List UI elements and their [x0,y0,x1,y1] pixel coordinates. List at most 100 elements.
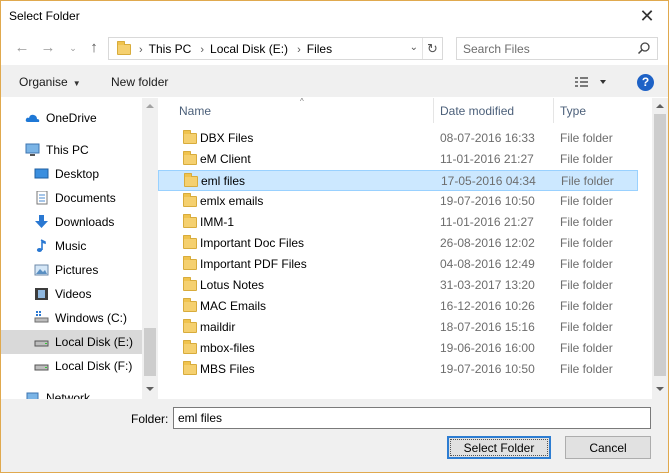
organise-button[interactable]: Organise ▼ [19,75,81,89]
file-name: eM Client [200,152,251,166]
scrollbar-thumb[interactable] [654,114,666,376]
nav-item-label: Pictures [55,263,99,277]
nav-item-label: Downloads [55,215,115,229]
recent-locations-chevron-icon[interactable]: ⌄ [64,37,82,59]
nav-item-desktop[interactable]: Desktop [1,162,143,186]
file-name: MBS Files [200,362,255,376]
scroll-down-arrow-icon[interactable] [656,387,664,391]
nav-item-documents[interactable]: Documents [1,186,143,210]
column-header-label: Date modified [440,104,515,118]
file-type: File folder [560,257,613,271]
file-date-modified: 26-08-2016 12:02 [440,236,535,250]
nav-pane-scrollbar[interactable] [142,98,158,399]
forward-arrow-icon[interactable]: → [39,37,57,59]
folder-icon [183,214,197,228]
file-row[interactable]: eml files 17-05-2016 04:34 File folder [158,170,638,191]
search-box[interactable] [456,37,658,60]
column-header-label: Name [179,104,212,118]
nav-item-onedrive[interactable]: OneDrive [1,106,143,130]
address-bar[interactable]: › This PC › Local Disk (E:) › Files ⌄ ↻ [108,37,443,60]
file-row[interactable]: mbox-files 19-06-2016 16:00 File folder [158,338,638,359]
file-name: DBX Files [200,131,254,145]
file-row[interactable]: MBS Files 19-07-2016 10:50 File folder [158,359,638,380]
nav-item-this-pc[interactable]: This PC [1,138,143,162]
search-icon[interactable] [637,41,651,55]
file-row[interactable]: Lotus Notes 31-03-2017 13:20 File folder [158,275,638,296]
pictures-icon [34,264,49,276]
select-folder-button[interactable]: Select Folder [447,436,551,459]
column-header-date-modified[interactable]: Date modified [434,98,554,123]
file-date-modified: 11-01-2016 21:27 [440,215,534,229]
folder-icon [183,319,197,333]
nav-item-label: Videos [55,287,92,301]
file-row[interactable]: Important PDF Files 04-08-2016 12:49 File … [158,254,638,275]
nav-item-network[interactable]: Network [1,386,143,399]
column-header-type[interactable]: Type [554,98,652,123]
drive-icon [34,340,49,347]
file-row[interactable]: DBX Files 08-07-2016 16:33 File folder [158,128,638,149]
network-icon [26,392,39,399]
nav-item-videos[interactable]: Videos [1,282,143,306]
up-arrow-icon[interactable]: ↑ [85,37,103,59]
file-row[interactable]: maildir 18-07-2016 15:16 File folder [158,317,638,338]
command-toolbar: Organise ▼ New folder ? [1,65,668,97]
file-row[interactable]: IMM-1 11-01-2016 21:27 File folder [158,212,638,233]
file-date-modified: 18-07-2016 15:16 [440,320,535,334]
breadcrumb-separator-icon: › [200,44,205,56]
nav-item-label: Music [55,239,87,253]
dialog-footer: Folder: Select Folder Cancel [1,399,668,472]
breadcrumb-files[interactable]: Files [307,42,332,56]
breadcrumb-this-pc[interactable]: This PC [149,42,192,56]
sort-ascending-icon: ^ [300,98,304,106]
file-date-modified: 17-05-2016 04:34 [441,174,536,188]
address-dropdown-chevron-icon[interactable]: ⌄ [410,42,418,53]
scroll-down-arrow-icon[interactable] [146,387,154,391]
file-type: File folder [560,341,613,355]
file-row[interactable]: emlx emails 19-07-2016 10:50 File folder [158,191,638,212]
file-type: File folder [560,362,613,376]
videos-icon [35,288,48,300]
file-name: MAC Emails [200,299,267,313]
scroll-up-arrow-icon[interactable] [146,104,154,108]
folder-name-input[interactable] [173,407,651,429]
file-name: Important Doc Files [200,236,305,250]
new-folder-button[interactable]: New folder [111,75,168,89]
file-name: mbox-files [200,341,255,355]
file-type: File folder [560,299,613,313]
file-row[interactable]: eM Client 11-01-2016 21:27 File folder [158,149,638,170]
file-name: eml files [201,174,246,188]
nav-item-windows-c[interactable]: Windows (C:) [1,306,143,330]
file-list: ^ Name Date modified Type DBX Files 08-07… [158,98,668,399]
refresh-icon[interactable]: ↻ [422,38,442,59]
nav-item-label: OneDrive [46,111,97,125]
file-row[interactable]: Important Doc Files 26-08-2016 12:02 File … [158,233,638,254]
file-list-scrollbar[interactable] [652,98,668,399]
column-header-label: Type [560,104,587,118]
file-type: File folder [560,236,613,250]
nav-item-local-disk-e[interactable]: Local Disk (E:) [1,330,143,354]
nav-item-local-disk-f[interactable]: Local Disk (F:) [1,354,143,378]
nav-item-downloads[interactable]: Downloads [1,210,143,234]
folder-icon [184,173,198,187]
column-header-name[interactable]: ^ Name [158,98,434,123]
back-arrow-icon[interactable]: ← [13,37,31,59]
breadcrumb-separator-icon: › [139,44,143,56]
nav-item-music[interactable]: Music [1,234,143,258]
folder-icon [183,361,197,375]
folder-icon [183,193,197,207]
breadcrumb-separator-icon: › [297,44,301,56]
nav-item-label: This PC [46,143,89,157]
scroll-up-arrow-icon[interactable] [656,104,664,108]
file-row[interactable]: MAC Emails 16-12-2016 10:26 File folder [158,296,638,317]
nav-item-pictures[interactable]: Pictures [1,258,143,282]
documents-icon [36,191,48,205]
breadcrumb-local-disk-e[interactable]: Local Disk (E:) [210,42,288,56]
window-title: Select Folder [9,9,80,23]
file-date-modified: 19-07-2016 10:50 [440,194,535,208]
search-input[interactable] [463,40,633,57]
scrollbar-thumb[interactable] [144,328,156,376]
change-view-icon[interactable] [573,74,609,90]
close-icon[interactable]: ✕ [636,5,658,27]
cancel-button[interactable]: Cancel [565,436,651,459]
help-icon[interactable]: ? [637,74,654,91]
